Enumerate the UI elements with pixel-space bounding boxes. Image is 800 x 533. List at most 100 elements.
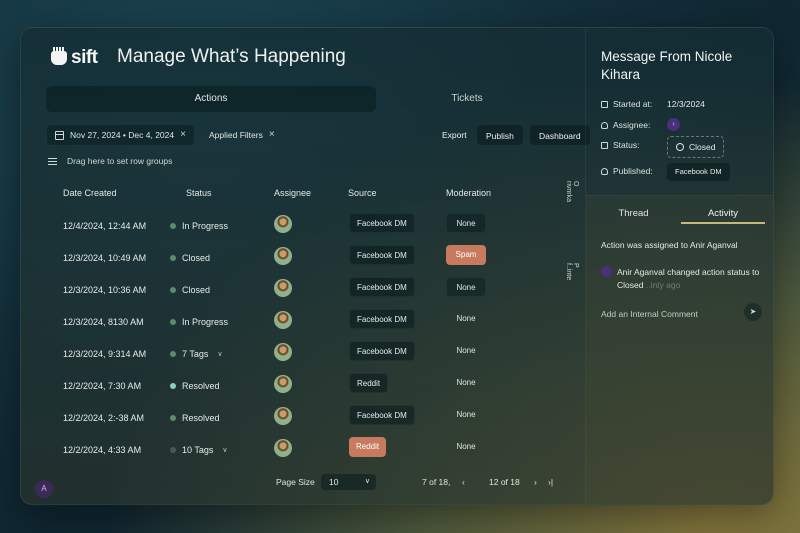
comment-input[interactable]: Add an Internal Comment (601, 309, 698, 319)
assignee-avatar[interactable]: › (667, 118, 680, 131)
source-badge: Facebook DM (349, 309, 415, 329)
table-row[interactable]: 12/3/2024, 10:49 AM Closed Facebook DM S… (21, 241, 561, 273)
logo-mark-icon (51, 47, 67, 65)
col-moderation[interactable]: Moderation (446, 188, 491, 198)
status-text: 7 Tags (182, 349, 209, 359)
applied-filters-chip[interactable]: Applied Filters × (209, 124, 275, 146)
edit-icon (601, 141, 608, 149)
source-badge: Reddit (349, 437, 387, 457)
col-date-created[interactable]: Date Created (63, 188, 117, 198)
tab-activity[interactable]: Activity (681, 204, 765, 224)
chevron-down-icon: ∨ (364, 478, 370, 485)
tab-actions[interactable]: Actions (46, 86, 376, 112)
moderation-badge[interactable]: None (446, 437, 486, 457)
avatar[interactable] (274, 439, 292, 457)
source-badge: Facebook DM (349, 213, 415, 233)
date-range-filter[interactable]: Nov 27, 2024 • Dec 4, 2024 × (46, 124, 195, 146)
row-date: 12/2/2024, 2:-38 AM (63, 413, 145, 423)
avatar[interactable] (274, 247, 292, 265)
moderation-badge[interactable]: Spam (446, 245, 486, 265)
side-tab-1[interactable]: O rivnrka (565, 181, 579, 202)
col-assignee[interactable]: Assignee (274, 188, 311, 198)
side-tab-2[interactable]: P f..inte (565, 263, 579, 280)
moderation-badge[interactable]: None (446, 373, 486, 393)
status-label-text: Status: (613, 140, 640, 150)
chevron-down-icon[interactable]: ∨ (217, 350, 222, 358)
status-text: In Progress (182, 221, 229, 231)
page-size-select[interactable]: 10 ∨ (321, 474, 376, 490)
table-row[interactable]: 12/2/2024, 4:33 AM 10 Tags ∨ Reddit None (21, 433, 561, 465)
logo: sift (51, 47, 98, 69)
table-row[interactable]: 12/3/2024, 10:36 AM Closed Facebook DM N… (21, 273, 561, 305)
avatar[interactable] (274, 375, 292, 393)
export-button[interactable]: Export (433, 124, 476, 146)
status-select[interactable]: Closed (667, 136, 725, 158)
moderation-badge[interactable]: None (446, 277, 486, 297)
clear-filters-icon[interactable]: × (269, 124, 275, 146)
row-status: In Progress (170, 317, 228, 327)
table-row[interactable]: 12/2/2024, 2:-38 AM Resolved Facebook DM… (21, 401, 561, 433)
published-label-text: Published: (613, 166, 653, 176)
activity-item: Action was assigned to Anir Aganval (601, 240, 738, 250)
activity-avatar (601, 266, 612, 277)
status-dot-icon (170, 351, 176, 357)
status-dot-icon (170, 287, 176, 293)
avatar[interactable] (274, 407, 292, 425)
source-badge: Facebook DM (349, 245, 415, 265)
moderation-badge[interactable]: None (446, 309, 486, 329)
assignee-label: Assignee: (601, 120, 650, 130)
app-window: sift Manage What’s Happening Actions Tic… (20, 27, 774, 505)
tab-tickets[interactable]: Tickets (376, 86, 558, 112)
calendar-icon (55, 130, 64, 140)
table-row[interactable]: 12/4/2024, 12:44 AM In Progress Facebook… (21, 209, 561, 241)
date-range-label: Nov 27, 2024 • Dec 4, 2024 (70, 130, 175, 140)
status-dot-icon (170, 223, 176, 229)
row-status: Closed (170, 285, 210, 295)
search-icon (676, 143, 684, 151)
status-text: Resolved (182, 413, 220, 423)
row-status: Closed (170, 253, 210, 263)
dashboard-button[interactable]: Dashboard (529, 124, 591, 146)
avatar[interactable] (274, 311, 292, 329)
last-page-icon[interactable]: ›| (548, 474, 553, 490)
next-page-icon[interactable]: › (534, 474, 537, 490)
activity-item: Anir Aganval changed action status to Cl… (617, 266, 772, 292)
panel-title: Message From Nicole Kihara (601, 49, 733, 82)
started-label-text: Started at: (613, 99, 653, 109)
chevron-down-icon[interactable]: ∨ (222, 446, 227, 454)
table-row[interactable]: 12/2/2024, 7:30 AM Resolved Reddit None (21, 369, 561, 401)
page-range: 7 of 18, (422, 477, 451, 487)
activity-section: Thread Activity Action was assigned to A… (586, 195, 773, 504)
tab-thread[interactable]: Thread (586, 204, 681, 224)
clear-date-icon[interactable]: × (180, 124, 186, 146)
table-row[interactable]: 12/3/2024, 9:314 AM 7 Tags ∨ Facebook DM … (21, 337, 561, 369)
pagination: Page Size 10 ∨ 7 of 18, ‹ 12 of 18 › ›| (276, 474, 566, 490)
activity-time: ..inty ago (645, 280, 681, 290)
moderation-badge[interactable]: None (446, 213, 486, 233)
status-dot-icon (170, 383, 176, 389)
person-icon (601, 121, 608, 129)
avatar[interactable] (274, 343, 292, 361)
published-badge: Facebook DM (667, 163, 730, 181)
col-source[interactable]: Source (348, 188, 377, 198)
tab-bar: Actions Tickets (46, 86, 558, 112)
send-icon[interactable]: ➤ (744, 303, 762, 321)
row-date: 12/3/2024, 10:36 AM (63, 285, 147, 295)
user-avatar[interactable]: A (35, 480, 53, 498)
avatar[interactable] (274, 279, 292, 297)
prev-page-icon[interactable]: ‹ (462, 474, 465, 490)
moderation-badge[interactable]: None (446, 341, 486, 361)
logo-text: sift (71, 47, 98, 68)
table-body: 12/4/2024, 12:44 AM In Progress Facebook… (21, 209, 561, 465)
row-status: In Progress (170, 221, 228, 231)
col-status[interactable]: Status (186, 188, 212, 198)
avatar[interactable] (274, 215, 292, 233)
row-groups-dropzone[interactable]: Drag here to set row groups (48, 156, 172, 166)
status-text: In Progress (182, 317, 229, 327)
publish-button[interactable]: Publish (476, 124, 524, 146)
applied-filters-label: Applied Filters (209, 130, 263, 140)
page-size-label: Page Size (276, 477, 315, 487)
status-dot-icon (170, 255, 176, 261)
table-row[interactable]: 12/3/2024, 8130 AM In Progress Facebook … (21, 305, 561, 337)
moderation-badge[interactable]: None (446, 405, 486, 425)
